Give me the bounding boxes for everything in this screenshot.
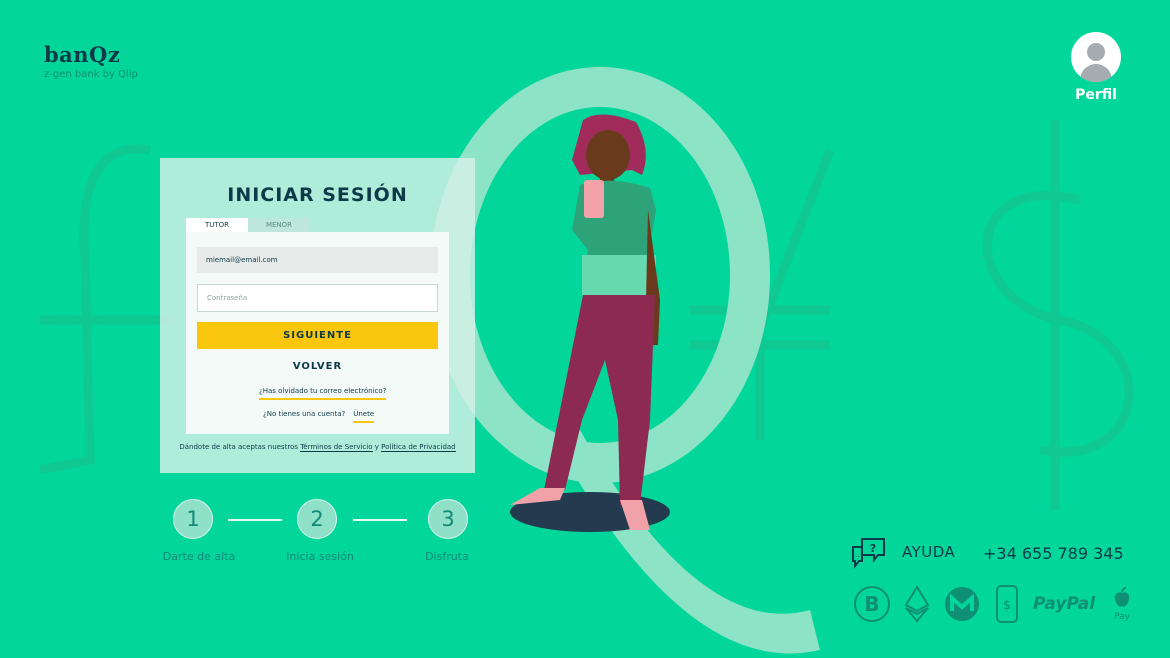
apple-pay-label: Pay — [1114, 611, 1131, 622]
tab-menor[interactable]: MENOR — [248, 218, 310, 232]
brand-logo-text: banQz — [44, 42, 121, 67]
login-tabs: TUTOR MENOR — [186, 218, 310, 232]
email-field[interactable]: miemail@email.com — [197, 247, 438, 273]
forgot-email-link[interactable]: ¿Has olvidado tu correo electrónico? — [259, 387, 387, 400]
step-1-label: Darte de alta — [162, 550, 236, 563]
bitcoin-icon: B — [854, 586, 890, 622]
brand-tagline: z-gen bank by Qlip — [44, 69, 138, 80]
help-label: AYUDA — [902, 543, 956, 561]
apple-pay-icon: Pay — [1111, 586, 1133, 622]
password-field[interactable]: Contraseña — [197, 284, 438, 312]
terms-and: y — [374, 443, 379, 451]
join-link[interactable]: Únete — [353, 410, 375, 423]
paypal-logo: PayPal — [1033, 594, 1096, 614]
brand[interactable]: banQz z-gen bank by Qlip — [44, 42, 138, 80]
terms-notice: Dándote de alta aceptas nuestros Término… — [160, 443, 475, 452]
tab-tutor[interactable]: TUTOR — [186, 218, 248, 232]
step-2-label: Inicia sesión — [286, 550, 354, 563]
step-3-label: Disfruta — [425, 550, 469, 563]
ethereum-icon — [904, 585, 930, 623]
step-1-circle: 1 — [173, 499, 213, 539]
help-button[interactable]: ? .. AYUDA — [850, 535, 955, 569]
profile-button[interactable]: Perfil — [1068, 32, 1124, 103]
payment-methods: B $ PayPal Pay — [853, 584, 1133, 624]
svg-text:?: ? — [870, 542, 876, 555]
terms-link[interactable]: Términos de Servicio — [300, 443, 373, 452]
svg-text:..: .. — [855, 550, 860, 559]
svg-text:B: B — [864, 592, 879, 616]
step-connector — [228, 519, 282, 521]
terms-prefix: Dándote de alta aceptas nuestros — [179, 443, 298, 451]
monero-icon — [945, 587, 979, 621]
back-button-label[interactable]: VOLVER — [293, 361, 342, 372]
apple-icon — [1114, 586, 1130, 607]
login-title: INICIAR SESIÓN — [227, 184, 408, 206]
avatar-icon — [1071, 32, 1121, 82]
mobile-pay-icon: $ — [996, 585, 1018, 623]
step-connector — [353, 519, 407, 521]
signup-row: ¿No tienes una cuenta? Únete — [263, 410, 375, 423]
no-account-text: ¿No tienes una cuenta? — [263, 410, 346, 418]
privacy-link[interactable]: Política de Privacidad — [381, 443, 456, 452]
next-button[interactable]: SIGUIENTE — [197, 322, 438, 349]
login-form: miemail@email.com Contraseña SIGUIENTE V… — [186, 232, 449, 434]
step-2-circle: 2 — [297, 499, 337, 539]
phone-number[interactable]: +34 655 789 345 — [983, 544, 1124, 563]
step-3-circle: 3 — [428, 499, 468, 539]
login-card: INICIAR SESIÓN TUTOR MENOR miemail@email… — [160, 158, 475, 473]
chat-help-icon: ? .. — [852, 538, 885, 569]
profile-label: Perfil — [1075, 87, 1117, 103]
svg-text:$: $ — [1003, 598, 1011, 612]
back-button: VOLVER — [186, 361, 449, 372]
